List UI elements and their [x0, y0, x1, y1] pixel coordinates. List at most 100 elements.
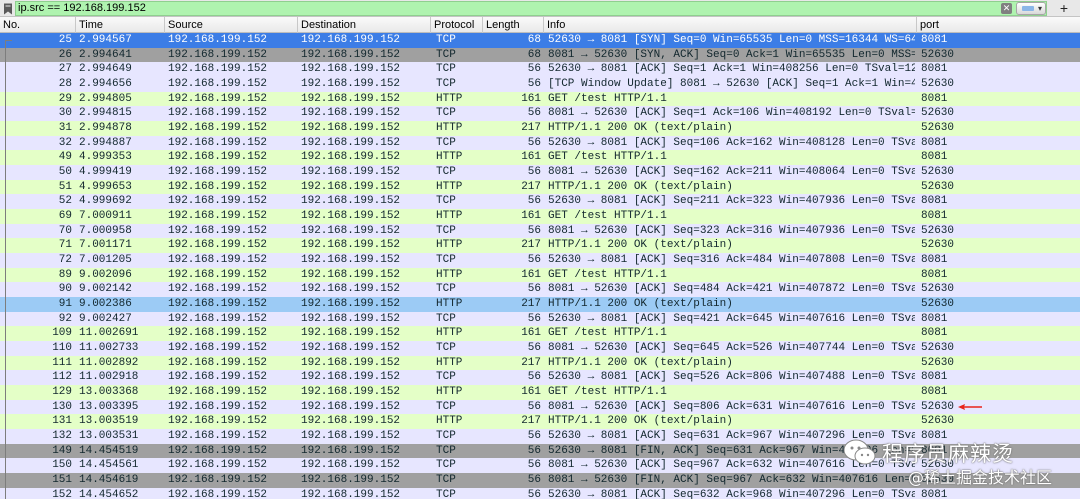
- packet-row[interactable]: 50 4.999419 192.168.199.152 192.168.199.152…: [0, 165, 1080, 180]
- cell-length: 161: [521, 386, 541, 399]
- cell-time: 7.000911: [79, 210, 132, 223]
- cell-protocol: TCP: [436, 488, 456, 499]
- cell-source: 192.168.199.152: [168, 34, 268, 46]
- bookmark-icon[interactable]: [1, 1, 15, 16]
- cell-source: 192.168.199.152: [168, 195, 268, 208]
- packet-row[interactable]: 28 2.994656 192.168.199.152 192.168.199.152…: [0, 77, 1080, 92]
- packet-row[interactable]: 32 2.994887 192.168.199.152 192.168.199.152…: [0, 135, 1080, 151]
- column-header-length[interactable]: Length: [483, 17, 544, 33]
- cell-length: 56: [527, 430, 541, 443]
- cell-source: 192.168.199.152: [168, 488, 268, 499]
- packet-row[interactable]: 52 4.999692 192.168.199.152 192.168.199.152…: [0, 194, 1080, 210]
- packet-row[interactable]: 111 11.002892 192.168.199.152 192.168.199.1…: [0, 355, 1080, 371]
- cell-port: 52630: [921, 224, 955, 237]
- cell-destination: 192.168.199.152: [301, 92, 401, 105]
- display-filter-input[interactable]: [18, 2, 998, 15]
- cell-protocol: TCP: [436, 400, 456, 413]
- cell-source: 192.168.199.152: [168, 63, 268, 76]
- packet-row[interactable]: 70 7.000958 192.168.199.152 192.168.199.152…: [0, 223, 1080, 239]
- cell-source: 192.168.199.152: [168, 166, 268, 179]
- cell-info: HTTP/1.1 200 OK (text/plain): [548, 415, 733, 428]
- cell-destination: 192.168.199.152: [301, 415, 401, 428]
- cell-protocol: TCP: [436, 430, 456, 443]
- packet-list-header: No. Time Source Destination Protocol Len…: [0, 17, 1080, 33]
- cell-destination: 192.168.199.152: [301, 122, 401, 135]
- cell-destination: 192.168.199.152: [301, 444, 401, 457]
- cell-port: 8081: [921, 151, 948, 164]
- cell-protocol: TCP: [436, 34, 456, 46]
- cell-source: 192.168.199.152: [168, 312, 268, 325]
- cell-info: HTTP/1.1 200 OK (text/plain): [548, 180, 733, 193]
- cell-info: HTTP/1.1 200 OK (text/plain): [548, 298, 733, 311]
- packet-row[interactable]: 51 4.999653 192.168.199.152 192.168.199.152…: [0, 179, 1080, 195]
- packet-row[interactable]: 25 2.994567 192.168.199.152 192.168.199.152…: [0, 33, 1080, 48]
- clear-filter-icon[interactable]: ✕: [1001, 3, 1012, 14]
- packet-row[interactable]: 110 11.002733 192.168.199.152 192.168.199.1…: [0, 341, 1080, 356]
- cell-info: 52630 → 8081 [ACK] Seq=106 Ack=162 Win=4…: [548, 136, 915, 149]
- packet-row[interactable]: 112 11.002918 192.168.199.152 192.168.199.1…: [0, 370, 1080, 386]
- cell-protocol: HTTP: [436, 386, 463, 399]
- cell-protocol: TCP: [436, 195, 456, 208]
- cell-protocol: TCP: [436, 107, 456, 120]
- cell-time: 14.454561: [79, 459, 139, 472]
- packet-row[interactable]: 31 2.994878 192.168.199.152 192.168.199.152…: [0, 121, 1080, 136]
- packet-row[interactable]: 90 9.002142 192.168.199.152 192.168.199.152…: [0, 282, 1080, 298]
- cell-length: 217: [521, 239, 541, 252]
- packet-row[interactable]: 30 2.994815 192.168.199.152 192.168.199.152…: [0, 106, 1080, 121]
- cell-destination: 192.168.199.152: [301, 356, 401, 369]
- cell-length: 56: [527, 474, 541, 487]
- cell-time: 13.003519: [79, 415, 139, 428]
- cell-info: HTTP/1.1 200 OK (text/plain): [548, 356, 733, 369]
- cell-info: GET /test HTTP/1.1: [548, 327, 667, 340]
- cell-info: 52630 → 8081 [ACK] Seq=211 Ack=323 Win=4…: [548, 195, 915, 208]
- packet-list: 25 2.994567 192.168.199.152 192.168.199.152…: [0, 33, 1080, 499]
- column-header-source[interactable]: Source: [165, 17, 298, 33]
- cell-destination: 192.168.199.152: [301, 298, 401, 311]
- cell-source: 192.168.199.152: [168, 459, 268, 472]
- cell-port: 8081: [921, 254, 948, 267]
- cell-destination: 192.168.199.152: [301, 488, 401, 499]
- column-header-time[interactable]: Time: [76, 17, 165, 33]
- cell-source: 192.168.199.152: [168, 474, 268, 487]
- column-header-protocol[interactable]: Protocol: [431, 17, 483, 33]
- cell-time: 14.454519: [79, 444, 139, 457]
- packet-row[interactable]: 91 9.002386 192.168.199.152 192.168.199.152…: [0, 297, 1080, 312]
- packet-row[interactable]: 92 9.002427 192.168.199.152 192.168.199.152…: [0, 311, 1080, 327]
- cell-info: 8081 → 52630 [ACK] Seq=484 Ack=421 Win=4…: [548, 283, 915, 296]
- packet-row[interactable]: 109 11.002691 192.168.199.152 192.168.199.1…: [0, 326, 1080, 342]
- column-header-port[interactable]: port: [917, 17, 1080, 33]
- column-header-no[interactable]: No.: [0, 17, 76, 33]
- cell-time: 4.999353: [79, 151, 132, 164]
- cell-destination: 192.168.199.152: [301, 459, 401, 472]
- packet-row[interactable]: 89 9.002096 192.168.199.152 192.168.199.152…: [0, 267, 1080, 283]
- packet-row[interactable]: 72 7.001205 192.168.199.152 192.168.199.152…: [0, 253, 1080, 268]
- cell-length: 68: [527, 34, 541, 46]
- column-header-info[interactable]: Info: [544, 17, 917, 33]
- packet-row[interactable]: 27 2.994649 192.168.199.152 192.168.199.152…: [0, 62, 1080, 77]
- packet-row[interactable]: 26 2.994641 192.168.199.152 192.168.199.152…: [0, 47, 1080, 63]
- cell-info: GET /test HTTP/1.1: [548, 386, 667, 399]
- apply-filter-button[interactable]: ▾: [1016, 2, 1046, 15]
- cell-info: 8081 → 52630 [ACK] Seq=1 Ack=106 Win=408…: [548, 107, 915, 120]
- cell-protocol: HTTP: [436, 415, 463, 428]
- cell-protocol: TCP: [436, 474, 456, 487]
- cell-time: 2.994805: [79, 92, 132, 105]
- packet-row[interactable]: 49 4.999353 192.168.199.152 192.168.199.152…: [0, 150, 1080, 166]
- add-filter-button[interactable]: +: [1052, 0, 1076, 16]
- cell-protocol: TCP: [436, 136, 456, 149]
- cell-info: 8081 → 52630 [SYN, ACK] Seq=0 Ack=1 Win=…: [548, 48, 915, 61]
- packet-row[interactable]: 131 13.003519 192.168.199.152 192.168.199.1…: [0, 414, 1080, 430]
- cell-time: 2.994641: [79, 48, 132, 61]
- packet-row[interactable]: 129 13.003368 192.168.199.152 192.168.199.1…: [0, 385, 1080, 400]
- packet-row[interactable]: 71 7.001171 192.168.199.152 192.168.199.152…: [0, 238, 1080, 254]
- cell-info: GET /test HTTP/1.1: [548, 210, 667, 223]
- related-packets-indicator: [5, 40, 12, 499]
- packet-row[interactable]: 130 13.003395 192.168.199.152 192.168.199.1…: [0, 399, 1080, 415]
- cell-port: 8081: [921, 312, 948, 325]
- packet-row[interactable]: 69 7.000911 192.168.199.152 192.168.199.152…: [0, 209, 1080, 224]
- cell-source: 192.168.199.152: [168, 151, 268, 164]
- cell-destination: 192.168.199.152: [301, 48, 401, 61]
- packet-row[interactable]: 29 2.994805 192.168.199.152 192.168.199.152…: [0, 91, 1080, 107]
- column-header-destination[interactable]: Destination: [298, 17, 431, 33]
- cell-destination: 192.168.199.152: [301, 63, 401, 76]
